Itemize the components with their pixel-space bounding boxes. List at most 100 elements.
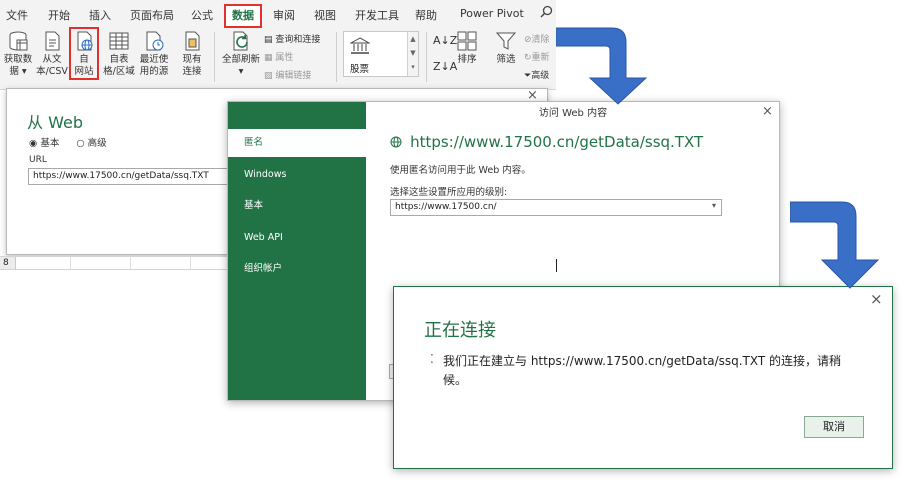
from-web-button[interactable]: 自 网站 [69, 27, 99, 80]
mode-radio-group: ◉ 基本 ○ 高级 [29, 135, 121, 149]
tab-page-layout[interactable]: 页面布局 [130, 7, 174, 23]
get-data-button[interactable]: 获取数 据 ▾ [2, 30, 34, 78]
refresh-icon [233, 31, 248, 51]
radio-basic[interactable]: ◉ 基本 [29, 138, 59, 149]
radio-checked-icon: ◉ [29, 138, 41, 149]
bank-icon [350, 37, 370, 54]
auth-description: 使用匿名访问用于此 Web 内容。 [390, 165, 531, 176]
connecting-dialog: × 正在连接 ⁚ 我们正在建立与 https://www.17500.cn/ge… [393, 286, 893, 469]
tab-view[interactable]: 视图 [314, 7, 336, 23]
url-title-text: https://www.17500.cn/getData/ssq.TXT [410, 133, 704, 151]
sidebar-item-windows[interactable]: Windows [228, 161, 366, 189]
get-data-label: 获取数 据 ▾ [3, 54, 33, 77]
funnel-icon [495, 32, 517, 50]
tab-file[interactable]: 文件 [6, 7, 28, 23]
ribbon-tabs: 文件 开始 插入 页面布局 公式 数据 审阅 视图 开发工具 帮助 Power … [0, 0, 556, 28]
level-label: 选择这些设置所应用的级别: [390, 187, 508, 198]
tab-developer[interactable]: 开发工具 [355, 7, 399, 23]
queries-icon: ▤ [264, 35, 276, 45]
dialog-title: 正在连接 [424, 320, 496, 341]
flow-arrow-icon [556, 27, 648, 105]
edit-links-icon: ▧ [264, 71, 276, 81]
database-icon [9, 31, 28, 51]
close-icon[interactable]: × [762, 104, 773, 119]
scroll-down-icon[interactable]: ▼ [408, 46, 418, 60]
sidebar-item-anonymous[interactable]: 匿名 [228, 129, 366, 157]
group-divider [214, 32, 215, 82]
reapply-label: 重新 [531, 53, 550, 63]
clear-filter-icon: ⊘ [524, 35, 532, 45]
reapply-button[interactable]: ↻重新 [524, 50, 550, 63]
close-icon[interactable]: × [870, 290, 883, 308]
existing-connections-label: 现有 连接 [182, 54, 202, 77]
gridline [190, 257, 191, 269]
cancel-button[interactable]: 取消 [804, 416, 864, 438]
stocks-label[interactable]: 股票 [350, 61, 369, 75]
tab-insert[interactable]: 插入 [89, 7, 111, 23]
sidebar-item-org-account[interactable]: 组织帐户 [228, 255, 366, 283]
chevron-down-icon[interactable]: ▾ [712, 201, 716, 210]
radio-advanced-label: 高级 [87, 138, 107, 149]
tab-data[interactable]: 数据 [224, 4, 262, 28]
properties-button[interactable]: ▦ 属性 [264, 50, 293, 63]
properties-icon: ▦ [264, 53, 276, 63]
clear-filter-button[interactable]: ⊘清除 [524, 32, 550, 45]
globe-icon [390, 136, 406, 151]
flow-arrow-icon [790, 201, 880, 289]
filter-button[interactable]: 筛选 [493, 30, 519, 66]
web-page-icon [77, 31, 93, 51]
dialog-title: 从 Web [27, 113, 83, 132]
from-text-csv-button[interactable]: 从文 本/CSV [35, 30, 69, 78]
advanced-filter-button[interactable]: ⏷高级 [524, 68, 549, 81]
gallery-expand-icon[interactable]: ▾ [408, 60, 418, 74]
gridline [70, 257, 71, 269]
url-title: https://www.17500.cn/getData/ssq.TXT [390, 133, 703, 151]
level-value: https://www.17500.cn/ [395, 202, 497, 212]
data-types-gallery[interactable]: 股票 ▲ ▼ ▾ [343, 31, 419, 77]
advanced-filter-label: 高级 [531, 71, 550, 81]
radio-advanced[interactable]: ○ 高级 [76, 138, 106, 149]
tab-help[interactable]: 帮助 [415, 7, 437, 23]
connections-file-icon [185, 31, 200, 51]
reapply-icon: ↻ [524, 53, 532, 63]
from-text-csv-label: 从文 本/CSV [36, 54, 68, 77]
from-table-label: 自表 格/区域 [103, 54, 135, 77]
queries-connections-label: 查询和连接 [275, 35, 321, 45]
queries-connections-button[interactable]: ▤ 查询和连接 [264, 32, 320, 45]
url-label: URL [29, 155, 47, 165]
recent-sources-button[interactable]: 最近使 用的源 [137, 30, 171, 78]
scroll-up-icon[interactable]: ▲ [408, 32, 418, 46]
group-divider [336, 32, 337, 82]
connecting-message: 我们正在建立与 https://www.17500.cn/getData/ssq… [443, 354, 842, 387]
sidebar-item-web-api[interactable]: Web API [228, 224, 366, 252]
sort-button[interactable]: 排序 [454, 30, 480, 66]
tab-review[interactable]: 审阅 [273, 7, 295, 23]
tab-formulas[interactable]: 公式 [191, 7, 213, 23]
table-icon [109, 32, 129, 50]
radio-basic-label: 基本 [40, 138, 60, 149]
recent-sources-label: 最近使 用的源 [139, 54, 169, 77]
level-select[interactable]: https://www.17500.cn/ ▾ [390, 199, 722, 216]
refresh-all-button[interactable]: 全部刷新 ▾ [219, 30, 263, 78]
auth-sidebar: 匿名 Windows 基本 Web API 组织帐户 [228, 102, 366, 400]
sort-label: 排序 [457, 54, 477, 65]
text-file-icon [45, 31, 60, 51]
search-icon[interactable] [540, 5, 553, 22]
clock-file-icon [146, 31, 164, 51]
gridline [130, 257, 131, 269]
spinner-icon: ⁚ [430, 352, 434, 366]
edit-links-label: 编辑链接 [275, 71, 312, 81]
from-web-label: 自 网站 [74, 54, 94, 77]
filter-label: 筛选 [496, 54, 516, 65]
radio-unchecked-icon: ○ [76, 138, 88, 149]
edit-links-button[interactable]: ▧ 编辑链接 [264, 68, 311, 81]
sidebar-item-basic[interactable]: 基本 [228, 192, 366, 220]
gallery-scrollbar[interactable]: ▲ ▼ ▾ [407, 32, 418, 76]
tab-home[interactable]: 开始 [48, 7, 70, 23]
tab-power-pivot[interactable]: Power Pivot [460, 7, 524, 20]
excel-ribbon: 文件 开始 插入 页面布局 公式 数据 审阅 视图 开发工具 帮助 Power … [0, 0, 556, 90]
text-cursor [556, 259, 557, 272]
existing-connections-button[interactable]: 现有 连接 [177, 30, 207, 78]
from-table-button[interactable]: 自表 格/区域 [102, 30, 136, 78]
row-header[interactable]: 8 [0, 257, 16, 269]
